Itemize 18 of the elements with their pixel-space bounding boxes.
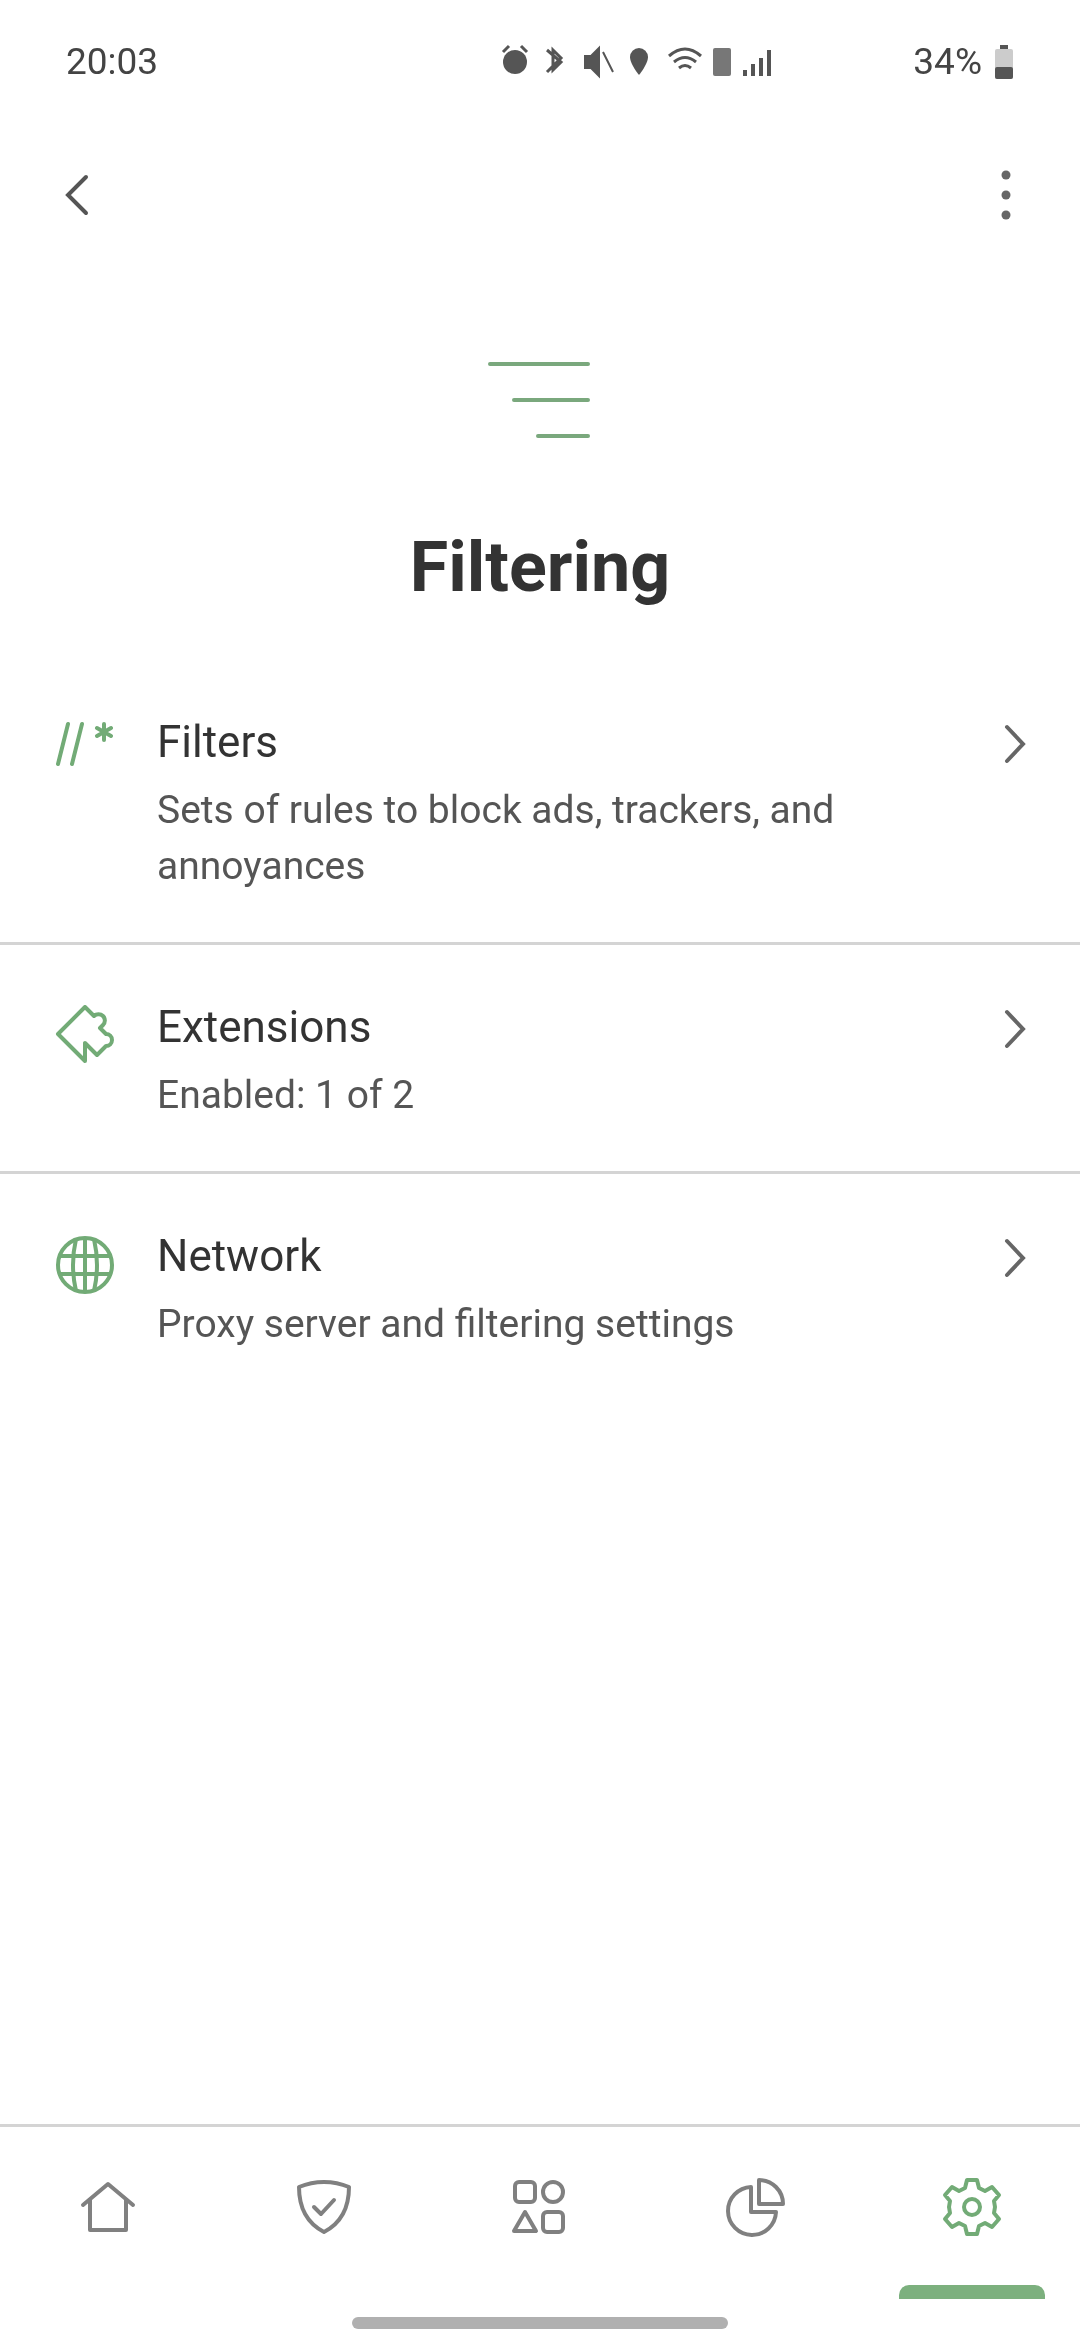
chevron-right-icon <box>1004 724 1026 764</box>
item-title: Filters <box>157 715 280 770</box>
item-subtitle: Enabled: 1 of 2 <box>157 1071 416 1120</box>
item-subtitle: Proxy server and filtering settings <box>157 1300 736 1349</box>
chevron-right-icon <box>1004 1238 1026 1278</box>
globe-icon <box>54 1234 116 1296</box>
menu-item[interactable]: Extensions Enabled: 1 of 2 <box>0 945 1080 1174</box>
status-time: 20:03 <box>66 39 159 86</box>
item-subtitle: Sets of rules to block ads, trackers, and annoyances <box>157 786 836 891</box>
battery-icon <box>994 45 1014 79</box>
chevron-right-icon <box>1004 1009 1026 1049</box>
battery-percent: 34% <box>913 39 982 86</box>
more-vertical-icon <box>1001 170 1011 220</box>
item-title: Extensions <box>157 1000 373 1055</box>
menu-item[interactable]: Filters Sets of rules to block ads, trackers, and annoyances <box>0 692 1080 945</box>
menu-item[interactable]: Network Proxy server and filtering settings <box>0 1174 1080 1400</box>
item-title: Network <box>157 1229 323 1284</box>
home-handle[interactable] <box>352 2316 728 2329</box>
